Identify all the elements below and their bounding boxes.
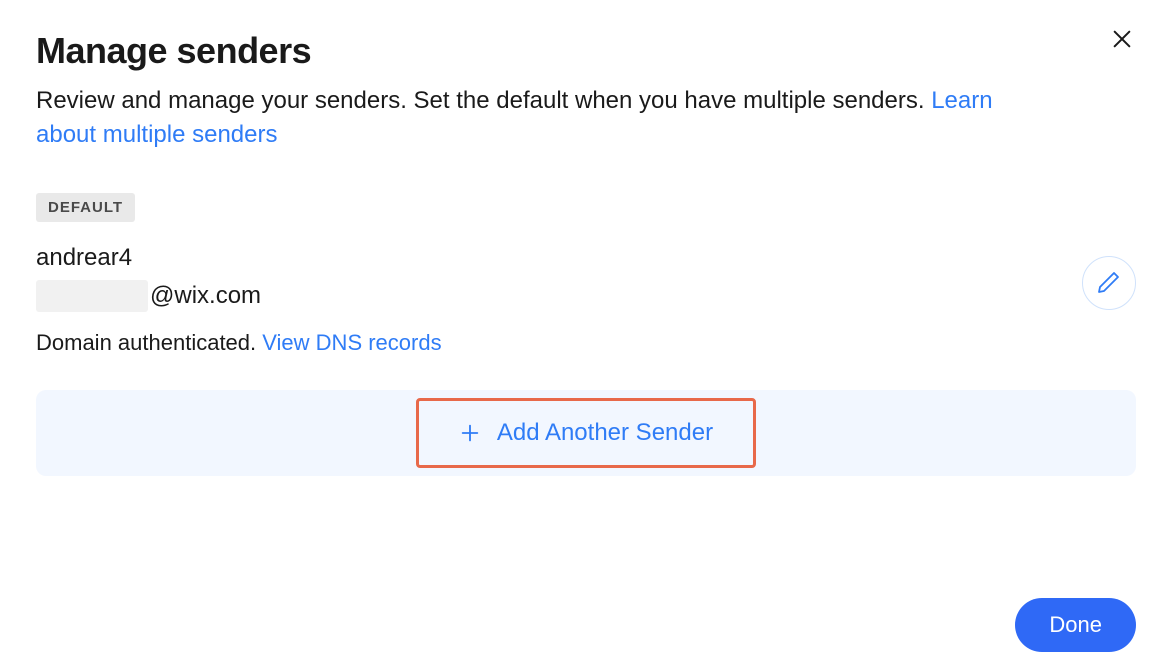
subtitle-text: Review and manage your senders. Set the … xyxy=(36,87,931,114)
sender-status: Domain authenticated. View DNS records xyxy=(36,330,1136,356)
done-button[interactable]: Done xyxy=(1015,598,1136,652)
sender-email: @wix.com xyxy=(36,280,1136,312)
sender-name: andrear4 xyxy=(36,244,1136,272)
sender-item: andrear4 @wix.com Domain authenticated. … xyxy=(36,244,1136,356)
close-icon xyxy=(1111,28,1133,53)
dialog-footer: Done xyxy=(1015,598,1136,652)
sender-email-suffix: @wix.com xyxy=(150,282,261,310)
add-sender-label: Add Another Sender xyxy=(497,419,713,447)
add-sender-bar: Add Another Sender xyxy=(36,390,1136,476)
dialog-title: Manage senders xyxy=(36,30,1136,72)
edit-sender-button[interactable] xyxy=(1082,256,1136,310)
view-dns-link[interactable]: View DNS records xyxy=(262,330,441,355)
dialog-subtitle: Review and manage your senders. Set the … xyxy=(36,84,1016,151)
redacted-email-local xyxy=(36,280,148,312)
pencil-icon xyxy=(1097,270,1121,297)
close-button[interactable] xyxy=(1108,26,1136,54)
default-badge: DEFAULT xyxy=(36,193,135,222)
add-sender-button[interactable]: Add Another Sender xyxy=(416,398,756,468)
sender-status-text: Domain authenticated. xyxy=(36,330,262,355)
plus-icon xyxy=(459,422,481,444)
